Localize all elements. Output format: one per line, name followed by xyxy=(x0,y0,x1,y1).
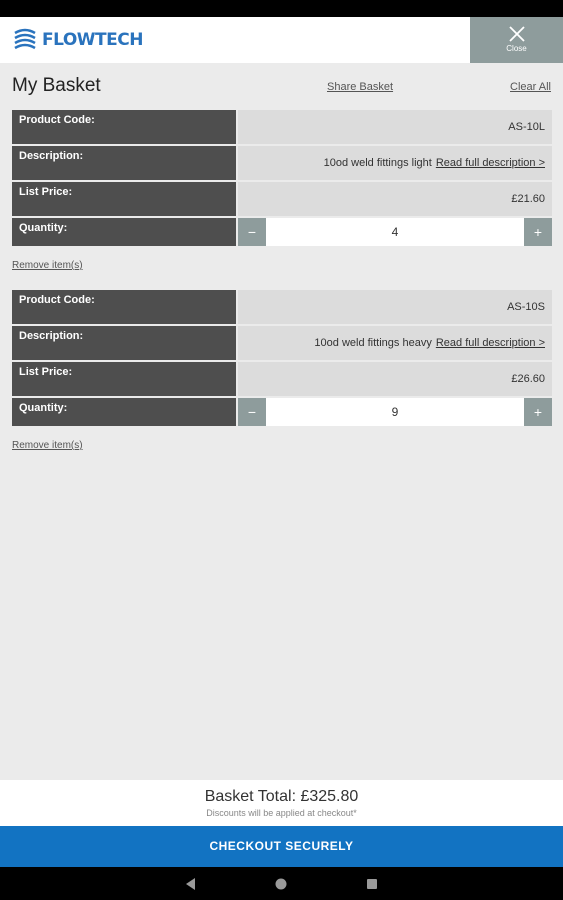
description-row: Description: 10od weld fittings light Re… xyxy=(12,146,552,180)
list-price-row: List Price: £26.60 xyxy=(12,362,552,396)
description-row: Description: 10od weld fittings heavy Re… xyxy=(12,326,552,360)
product-code-value: AS-10S xyxy=(238,290,552,324)
close-button[interactable]: Close xyxy=(470,17,563,63)
description-value: 10od weld fittings light Read full descr… xyxy=(238,146,552,180)
checkout-button[interactable]: CHECKOUT SECURELY xyxy=(0,826,563,867)
back-icon[interactable] xyxy=(184,877,198,891)
clear-all-link[interactable]: Clear All xyxy=(510,81,551,93)
decrease-quantity-button[interactable]: − xyxy=(238,398,266,426)
status-bar xyxy=(0,0,563,17)
logo-swirl-icon xyxy=(14,28,36,50)
product-code-row: Product Code: AS-10S xyxy=(12,290,552,324)
list-price-text: £21.60 xyxy=(511,193,545,205)
quantity-label: Quantity: xyxy=(12,218,236,246)
quantity-stepper: − + xyxy=(238,218,552,246)
product-code-label: Product Code: xyxy=(12,290,236,324)
flowtech-logo[interactable]: FLOWTECH xyxy=(12,26,143,54)
list-price-label: List Price: xyxy=(12,182,236,216)
product-code-label: Product Code: xyxy=(12,110,236,144)
product-code-text: AS-10S xyxy=(507,301,545,313)
close-icon xyxy=(508,26,525,42)
list-price-text: £26.60 xyxy=(511,373,545,385)
basket-item: Product Code: AS-10S Description: 10od w… xyxy=(12,290,552,451)
quantity-row: Quantity: − + xyxy=(12,218,552,252)
share-basket-link[interactable]: Share Basket xyxy=(327,81,393,93)
brand-name: FLOWTECH xyxy=(42,30,143,50)
discount-note: Discounts will be applied at checkout* xyxy=(206,808,357,818)
close-label: Close xyxy=(506,44,527,53)
description-label: Description: xyxy=(12,326,236,360)
description-text: 10od weld fittings heavy xyxy=(314,337,432,349)
quantity-row: Quantity: − + xyxy=(12,398,552,432)
read-full-description-link[interactable]: Read full description > xyxy=(436,337,545,349)
page-title: My Basket xyxy=(12,75,101,96)
list-price-value: £26.60 xyxy=(238,362,552,396)
description-value: 10od weld fittings heavy Read full descr… xyxy=(238,326,552,360)
list-price-value: £21.60 xyxy=(238,182,552,216)
increase-quantity-button[interactable]: + xyxy=(524,218,552,246)
read-full-description-link[interactable]: Read full description > xyxy=(436,157,545,169)
product-code-row: Product Code: AS-10L xyxy=(12,110,552,144)
android-nav-bar xyxy=(0,867,563,900)
description-label: Description: xyxy=(12,146,236,180)
header: FLOWTECH Close xyxy=(0,17,563,63)
list-price-label: List Price: xyxy=(12,362,236,396)
basket-total: Basket Total: £325.80 xyxy=(204,788,359,805)
product-code-text: AS-10L xyxy=(508,121,545,133)
increase-quantity-button[interactable]: + xyxy=(524,398,552,426)
basket-title-bar: My Basket Share Basket Clear All xyxy=(0,63,563,109)
decrease-quantity-button[interactable]: − xyxy=(238,218,266,246)
quantity-label: Quantity: xyxy=(12,398,236,426)
basket-item: Product Code: AS-10L Description: 10od w… xyxy=(12,110,552,271)
home-icon[interactable] xyxy=(274,877,288,891)
description-text: 10od weld fittings light xyxy=(323,157,432,169)
quantity-stepper: − + xyxy=(238,398,552,426)
product-code-value: AS-10L xyxy=(238,110,552,144)
quantity-input[interactable] xyxy=(266,218,524,246)
recents-icon[interactable] xyxy=(365,877,379,891)
remove-item-link[interactable]: Remove item(s) xyxy=(12,440,552,451)
quantity-input[interactable] xyxy=(266,398,524,426)
basket-total-panel: Basket Total: £325.80 Discounts will be … xyxy=(0,780,563,826)
list-price-row: List Price: £21.60 xyxy=(12,182,552,216)
remove-item-link[interactable]: Remove item(s) xyxy=(12,260,552,271)
app-window: FLOWTECH Close My Basket Share Basket Cl… xyxy=(0,17,563,867)
